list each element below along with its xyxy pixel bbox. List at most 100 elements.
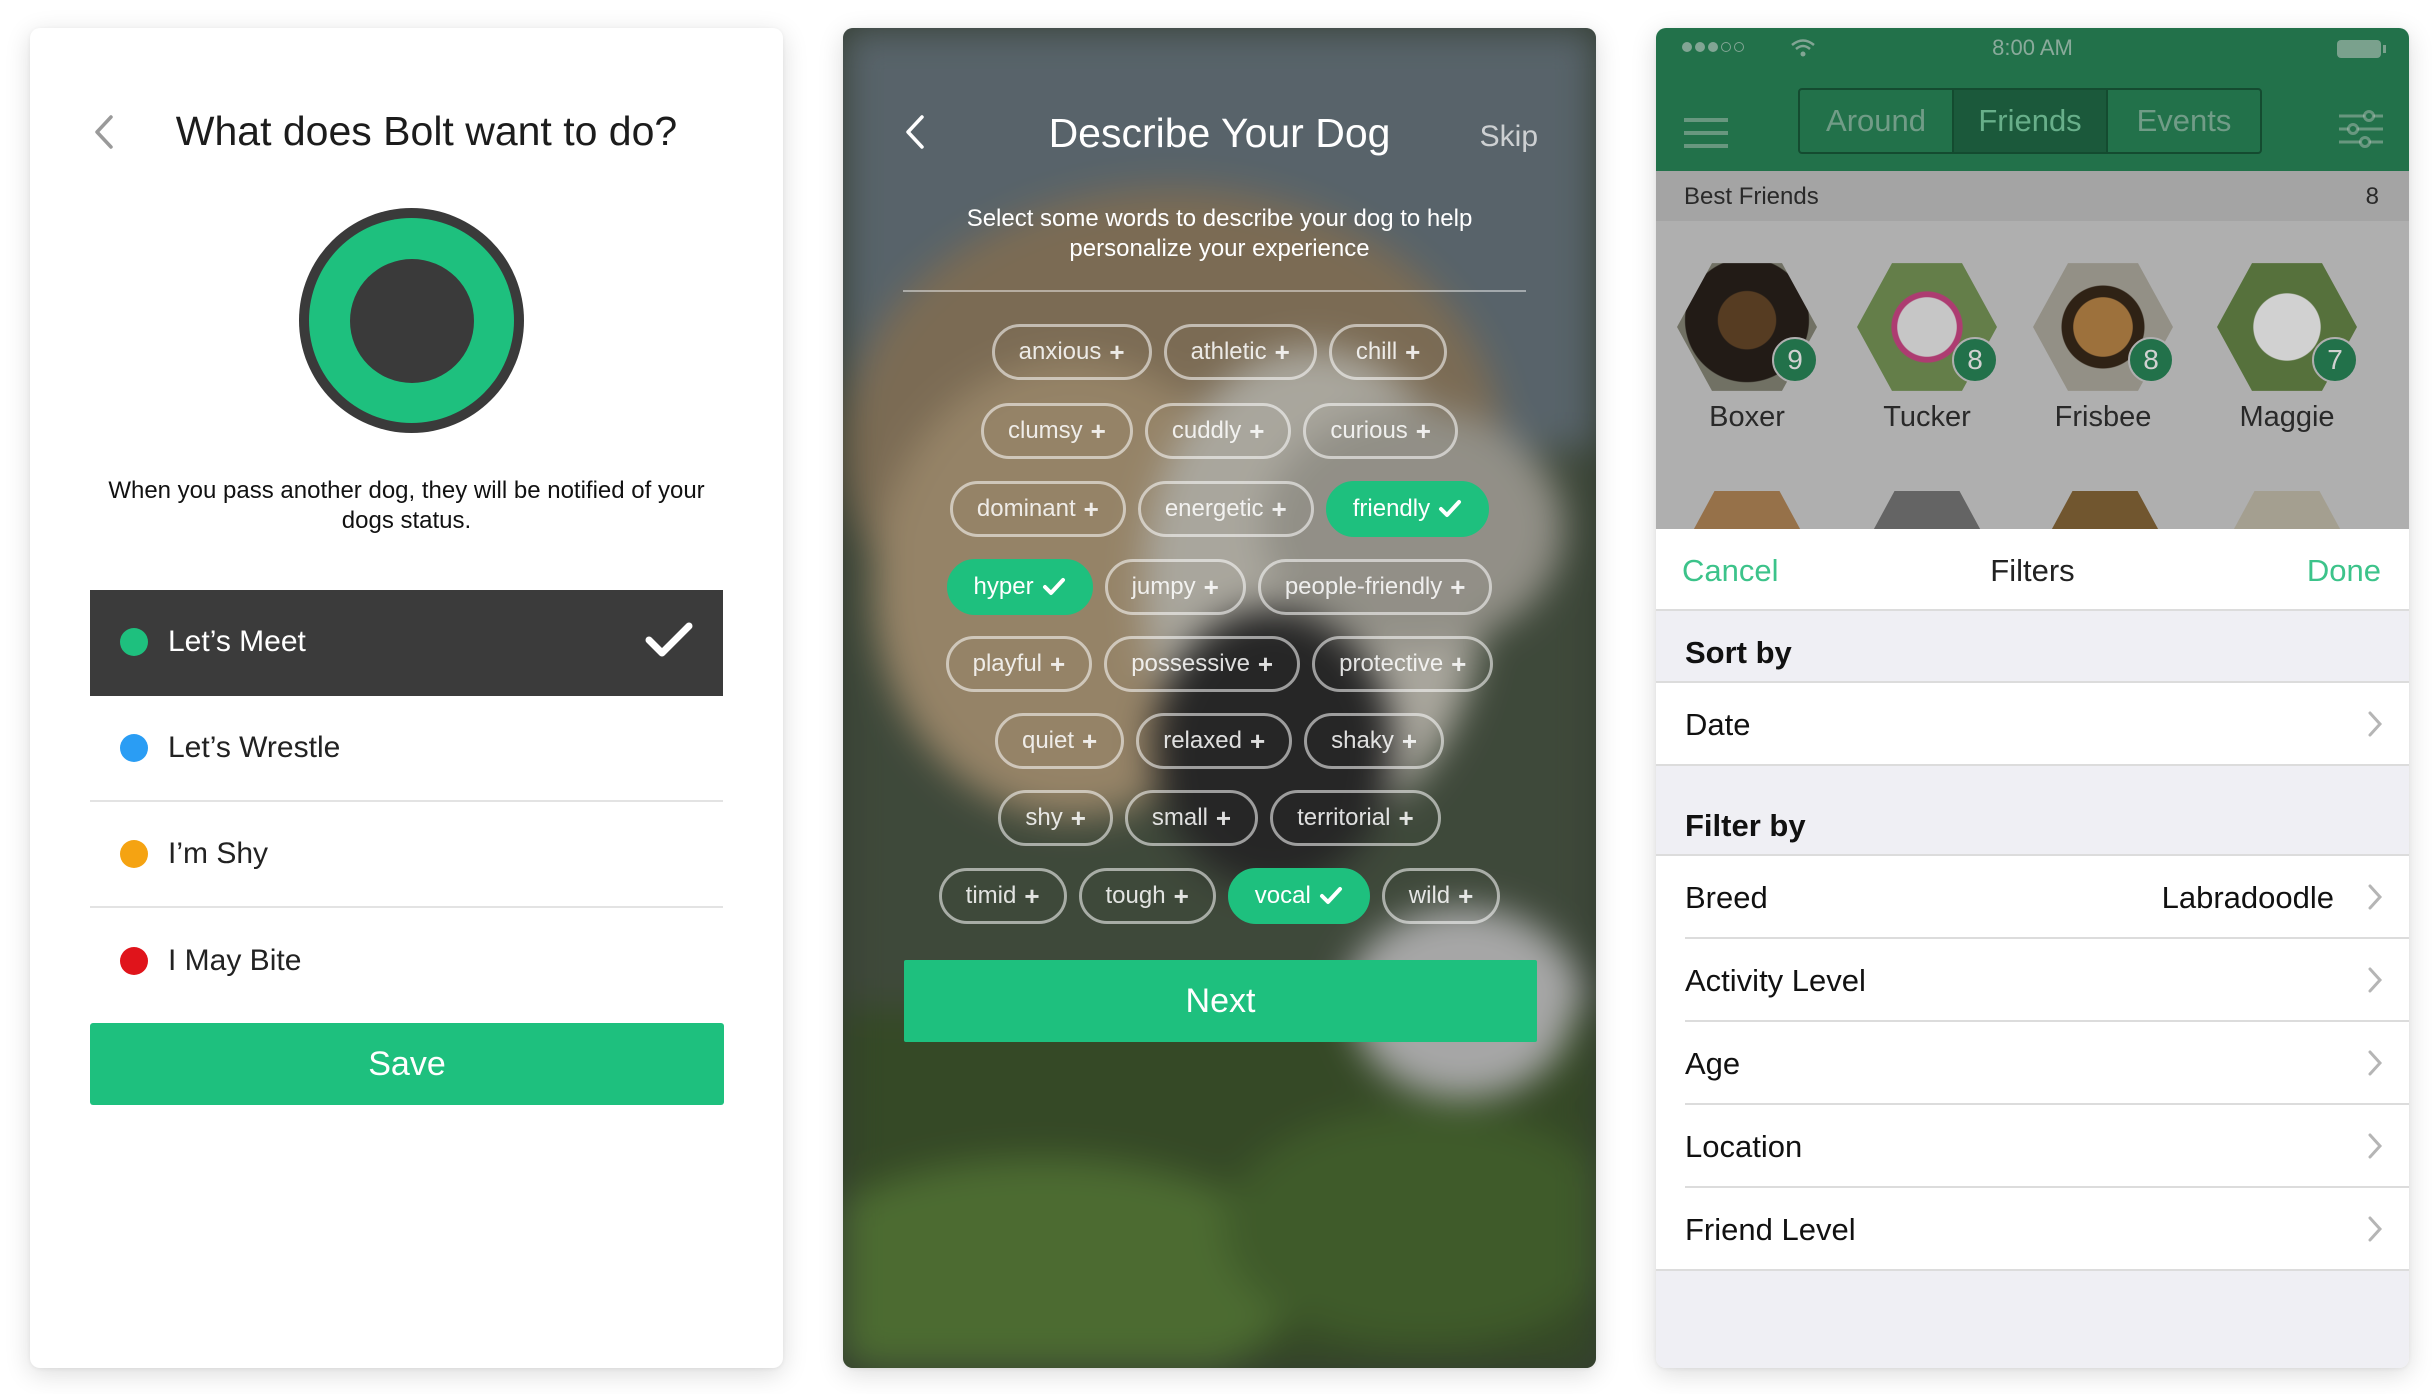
trait-tag-timid[interactable]: timid +	[938, 868, 1067, 924]
trait-tag-anxious[interactable]: anxious +	[991, 324, 1152, 380]
filters-sheet: Cancel Filters Done Sort by Date Filter …	[1656, 529, 2409, 1368]
trait-tag-jumpy[interactable]: jumpy +	[1104, 559, 1246, 615]
trait-tag-possessive[interactable]: possessive +	[1104, 636, 1301, 692]
status-option-label: Let’s Meet	[168, 625, 306, 658]
sort-section-header: Sort by	[1656, 611, 2409, 683]
plus-icon: +	[1271, 493, 1287, 524]
tag-row: shy + small + territorial +	[843, 790, 1596, 846]
row-label: Date	[1685, 707, 1751, 742]
trait-tag-protective[interactable]: protective +	[1312, 636, 1494, 692]
sheet-toolbar: Cancel Filters Done	[1656, 529, 2409, 611]
tag-label: shaky	[1331, 727, 1394, 754]
filter-row-friend-level[interactable]: Friend Level	[1656, 1188, 2409, 1271]
row-label: Friend Level	[1685, 1212, 1856, 1247]
section-title: Filter by	[1685, 808, 1806, 843]
row-value: Labradoodle	[2161, 880, 2334, 915]
trait-tag-cuddly[interactable]: cuddly +	[1144, 403, 1292, 459]
status-indicator-icon	[299, 208, 524, 433]
status-option-label: I May Bite	[168, 944, 302, 977]
status-option-lets-meet[interactable]: Let’s Meet	[90, 590, 723, 696]
plus-icon: +	[1090, 415, 1106, 446]
trait-tag-playful[interactable]: playful +	[945, 636, 1093, 692]
trait-tag-hyper[interactable]: hyper	[946, 559, 1093, 615]
trait-tag-athletic[interactable]: athletic +	[1163, 324, 1317, 380]
status-option-i-may-bite[interactable]: I May Bite	[90, 908, 723, 1014]
trait-tag-quiet[interactable]: quiet +	[994, 713, 1125, 769]
plus-icon: +	[1401, 725, 1418, 756]
done-button[interactable]: Done	[2307, 553, 2381, 589]
trait-tag-shaky[interactable]: shaky +	[1304, 713, 1445, 769]
status-option-lets-wrestle[interactable]: Let’s Wrestle	[90, 696, 723, 802]
tag-label: dominant	[976, 495, 1076, 522]
checkmark-icon	[1042, 578, 1065, 595]
plus-icon: +	[1082, 725, 1098, 756]
tag-label: energetic	[1164, 495, 1264, 522]
trait-tag-shy[interactable]: shy +	[998, 790, 1113, 846]
trait-tag-dominant[interactable]: dominant +	[949, 481, 1126, 537]
plus-icon: +	[1451, 648, 1467, 679]
status-dot-icon	[120, 628, 148, 656]
plus-icon: +	[1257, 648, 1274, 679]
skip-button[interactable]: Skip	[1480, 120, 1538, 154]
page-subtitle: Select some words to describe your dog t…	[966, 205, 1473, 262]
dim-overlay	[1656, 28, 2409, 529]
plus-icon: +	[1450, 571, 1466, 602]
status-dot-icon	[120, 840, 148, 868]
plus-icon: +	[1083, 493, 1099, 524]
tag-row: quiet + relaxed + shaky +	[843, 713, 1596, 769]
trait-tag-vocal[interactable]: vocal	[1227, 868, 1370, 924]
status-option-label: Let’s Wrestle	[168, 731, 341, 764]
trait-tag-chill[interactable]: chill +	[1328, 324, 1448, 380]
tag-row: dominant + energetic + friendly	[843, 481, 1596, 537]
trait-tag-relaxed[interactable]: relaxed +	[1136, 713, 1293, 769]
filter-row-breed[interactable]: Breed Labradoodle	[1656, 856, 2409, 939]
tag-row: anxious + athletic + chill +	[843, 324, 1596, 380]
chevron-right-icon	[2368, 1216, 2383, 1242]
plus-icon: +	[1405, 336, 1421, 367]
chevron-right-icon	[2368, 967, 2383, 993]
tag-row: hyper jumpy + people-friendly +	[843, 559, 1596, 615]
tag-label: friendly	[1352, 495, 1431, 522]
friends-filter-screen: 8:00 AM Around Friends Events Best Frien…	[1656, 28, 2409, 1368]
plus-icon: +	[1203, 571, 1219, 602]
save-button[interactable]: Save	[90, 1023, 724, 1105]
filter-row-age[interactable]: Age	[1656, 1022, 2409, 1105]
trait-tag-friendly[interactable]: friendly	[1325, 481, 1490, 537]
status-dot-icon	[120, 734, 148, 762]
trait-tag-energetic[interactable]: energetic +	[1137, 481, 1314, 537]
plus-icon: +	[1249, 725, 1266, 756]
divider	[903, 290, 1526, 292]
trait-tag-wild[interactable]: wild +	[1381, 868, 1501, 924]
tag-label: hyper	[973, 573, 1034, 600]
status-dot-icon	[120, 947, 148, 975]
chevron-right-icon	[2368, 711, 2383, 737]
filter-section-header: Filter by	[1656, 800, 2409, 856]
plus-icon: +	[1109, 336, 1125, 367]
tag-label: relaxed	[1163, 727, 1242, 754]
trait-tag-curious[interactable]: curious +	[1303, 403, 1458, 459]
sort-row-date[interactable]: Date	[1656, 683, 2409, 766]
trait-tag-territorial[interactable]: territorial +	[1270, 790, 1441, 846]
section-title: Sort by	[1685, 635, 1792, 670]
filter-row-location[interactable]: Location	[1656, 1105, 2409, 1188]
tag-label: possessive	[1131, 650, 1250, 677]
plus-icon: +	[1050, 648, 1066, 679]
trait-tag-tough[interactable]: tough +	[1078, 868, 1216, 924]
row-label: Breed	[1685, 880, 1768, 915]
status-option-im-shy[interactable]: I’m Shy	[90, 802, 723, 908]
checkmark-icon	[1439, 500, 1462, 517]
tag-label: quiet	[1021, 727, 1075, 754]
tag-label: anxious	[1018, 338, 1102, 365]
tag-label: shy	[1025, 804, 1063, 831]
status-option-list: Let’s Meet Let’s Wrestle I’m Shy I May B…	[90, 590, 723, 1014]
trait-tag-small[interactable]: small +	[1124, 790, 1259, 846]
status-option-label: I’m Shy	[168, 837, 269, 870]
filter-row-activity-level[interactable]: Activity Level	[1656, 939, 2409, 1022]
tag-row: playful + possessive + protective +	[843, 636, 1596, 692]
row-label: Age	[1685, 1046, 1741, 1081]
trait-tag-clumsy[interactable]: clumsy +	[981, 403, 1133, 459]
row-label: Activity Level	[1685, 963, 1866, 998]
next-button[interactable]: Next	[904, 960, 1537, 1042]
trait-tag-people-friendly[interactable]: people-friendly +	[1257, 559, 1493, 615]
tag-label: vocal	[1254, 882, 1311, 909]
